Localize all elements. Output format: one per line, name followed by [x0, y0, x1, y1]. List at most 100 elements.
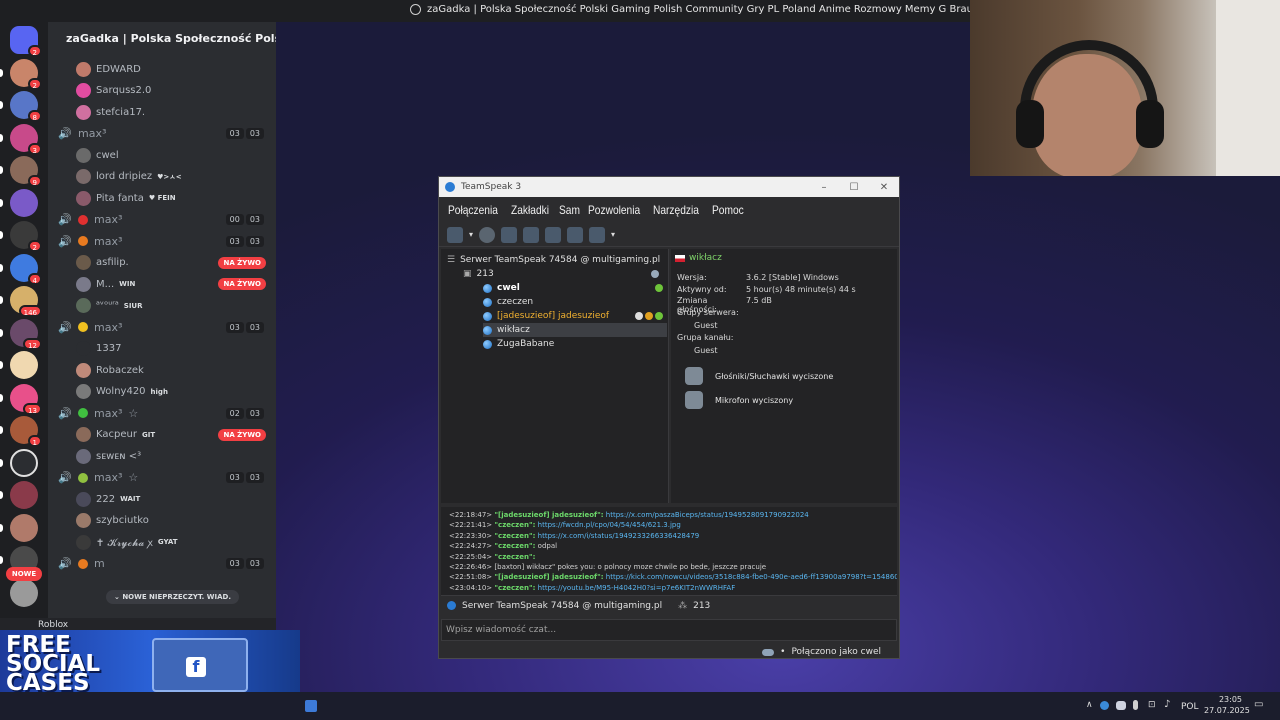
language-indicator[interactable]: POL	[1181, 702, 1199, 712]
voice-user[interactable]: ᵃᵛᵒᵘʳᵃ SIUR	[76, 297, 266, 315]
voice-user[interactable]: 1337	[76, 340, 266, 358]
server-icon-6[interactable]: 2	[10, 221, 42, 252]
away-icon[interactable]	[523, 226, 540, 243]
info-row: Aktywny od: 5 hour(s) 48 minute(s) 44 s	[677, 285, 856, 294]
server-icon-3[interactable]: 3	[10, 123, 42, 155]
server-icon-0[interactable]: 2	[10, 26, 42, 57]
voice-user[interactable]: Sarquss2.0	[76, 82, 266, 100]
close-button[interactable]: ✕	[869, 182, 899, 193]
menu-item[interactable]: Zakładki	[511, 203, 549, 217]
voice-user[interactable]: Kacpeur GIT NA ŻYWO	[76, 426, 266, 444]
network-icon[interactable]: ⊡	[1148, 700, 1156, 710]
voice-user[interactable]: Pita fanta ♥ FEIN	[76, 189, 266, 207]
menu-item[interactable]: Pomoc	[712, 203, 744, 217]
microphone-icon[interactable]	[1133, 700, 1138, 710]
unread-badge: 13	[23, 402, 42, 415]
voice-user[interactable]: szybciutko	[76, 512, 266, 530]
server-chat-tab[interactable]: Serwer TeamSpeak 74584 @ multigaming.pl …	[441, 595, 897, 615]
tree-client[interactable]: [jadesuzieof] jadesuzieof	[483, 309, 667, 323]
server-icon-9[interactable]: 12	[10, 318, 42, 350]
server-icon-1[interactable]: 2	[10, 58, 42, 90]
voice-user[interactable]: lord dripiez ♥>ㅅ<	[76, 168, 266, 186]
chat-bubble-icon[interactable]	[479, 226, 496, 243]
mic-muted-status: Mikrofon wyciszony	[685, 391, 793, 409]
steam-icon[interactable]	[305, 700, 317, 712]
server-icon-13[interactable]	[10, 448, 38, 477]
menu-item[interactable]: Pozwolenia	[588, 203, 640, 217]
chevron-down-icon[interactable]: ▾	[469, 230, 473, 239]
server-icon-7[interactable]: 4	[10, 253, 42, 285]
voice-user[interactable]: ✝ 𝓚𝓻𝔂𝓬𝓱𝓪 ꭗ GYAT	[76, 533, 266, 551]
voice-channel[interactable]: 🔊 max³ 03 03	[58, 232, 264, 250]
channel-tab-label[interactable]: 213	[693, 601, 710, 611]
server-icon-4[interactable]: 9	[10, 156, 42, 187]
advert-banner[interactable]: FREE SOCIAL CASES f	[0, 630, 300, 692]
alert-icon[interactable]	[545, 226, 562, 243]
voice-channel[interactable]: 🔊 max³ ☆ 03 03	[58, 469, 264, 487]
voice-user[interactable]: EDWARD	[76, 60, 266, 78]
window-title: zaGadka | Polska Społeczność Polski Gami…	[427, 4, 980, 15]
minimize-button[interactable]: –	[809, 182, 839, 193]
server-icon-12[interactable]: 1	[10, 416, 42, 447]
server-icon-5[interactable]	[10, 188, 38, 217]
chat-input[interactable]: Wpisz wiadomość czat...	[441, 619, 897, 641]
new-unread-messages-button[interactable]: ⌄ NOWE NIEPRZECZYT. WIAD.	[106, 590, 239, 604]
server-icon-17[interactable]	[10, 578, 38, 607]
server-icon-10[interactable]	[10, 351, 38, 379]
tree-server[interactable]: ☰ Serwer TeamSpeak 74584 @ multigaming.p…	[447, 253, 660, 267]
chat-time: <22:23:30>	[449, 531, 493, 540]
teamspeak-tray-icon[interactable]	[1100, 701, 1109, 710]
user-count: 03 03	[225, 472, 264, 483]
discord-tray-icon[interactable]	[1116, 701, 1126, 710]
user-tag: GYAT	[157, 538, 178, 546]
voice-user[interactable]: Wolny420 high	[76, 383, 266, 401]
server-icon-15[interactable]	[10, 513, 38, 542]
server-icon-11[interactable]: 13	[10, 383, 42, 415]
info-row: Wersja: 3.6.2 [Stable] Windows	[677, 273, 839, 282]
chat-link[interactable]: https://youtu.be/M95-H4042H0?si=p7e6KIT2…	[538, 584, 736, 592]
user-icon[interactable]	[501, 226, 518, 243]
mute-speaker-icon[interactable]	[589, 226, 606, 243]
voice-user[interactable]: ꜱᴇᴡᴇɴ <³	[76, 447, 266, 465]
menu-item[interactable]: Narzędzia	[653, 203, 699, 217]
avatar	[76, 384, 91, 399]
tree-client[interactable]: wikłacz	[483, 323, 667, 337]
unread-pill	[0, 101, 3, 109]
chat-link[interactable]: https://x.com/i/status/19492332663364284…	[538, 532, 700, 540]
chevron-down-icon[interactable]: ▾	[611, 230, 615, 239]
chat-link[interactable]: https://fwcdn.pl/cpo/04/54/454/621.3.jpg	[538, 521, 681, 529]
voice-channel[interactable]: 🔊 max³ ☆ 02 03	[58, 404, 264, 422]
disconnect-icon[interactable]	[447, 226, 463, 243]
clock[interactable]: 23:05 27.07.2025	[1204, 694, 1250, 716]
voice-channel[interactable]: 🔊 max³ 00 03	[58, 211, 264, 229]
mute-mic-icon[interactable]	[567, 226, 584, 243]
volume-icon[interactable]: ♪	[1164, 699, 1170, 710]
chat-link[interactable]: https://x.com/paszaBiceps/status/1949528…	[606, 511, 809, 519]
voice-user[interactable]: Robaczek	[76, 361, 266, 379]
server-header[interactable]: zaGadka | Polska Społeczność Polsk... ⌄	[48, 22, 276, 54]
voice-user[interactable]: 222 WAIT	[76, 490, 266, 508]
tree-channel[interactable]: ▣ 213	[463, 267, 663, 281]
voice-user[interactable]: stefcia17.	[76, 103, 266, 121]
info-key: Wersja:	[677, 273, 707, 282]
voice-user[interactable]: M... WIN NA ŻYWO	[76, 275, 266, 293]
server-icon-8[interactable]: 146	[10, 286, 42, 317]
tree-client[interactable]: czeczen	[483, 295, 667, 309]
voice-channel[interactable]: 🔊 max³ 03 03	[58, 318, 264, 336]
voice-user[interactable]: asfilip. NA ŻYWO	[76, 254, 266, 272]
voice-channel[interactable]: 🔊 max³ 03 03	[58, 125, 264, 143]
maximize-button[interactable]: ☐	[839, 182, 869, 193]
voice-user[interactable]: cwel	[76, 146, 266, 164]
menu-item[interactable]: Połączenia	[448, 203, 498, 217]
server-icon-14[interactable]	[10, 481, 38, 509]
tree-client[interactable]: ZugaBabane	[483, 337, 667, 351]
server-icon-2[interactable]: 8	[10, 91, 42, 122]
tray-chevron-icon[interactable]: ∧	[1086, 700, 1093, 710]
chat-link[interactable]: https://kick.com/nowcu/videos/3518c884-f…	[606, 573, 897, 581]
tree-client[interactable]: cwel	[483, 281, 667, 295]
new-servers-badge[interactable]: NOWE	[6, 567, 42, 581]
voice-channel[interactable]: 🔊 m 03 03	[58, 555, 264, 573]
chat-time: <22:25:04>	[449, 552, 493, 561]
menu-item[interactable]: Sam	[559, 203, 580, 217]
notification-icon[interactable]: ▭	[1254, 699, 1263, 710]
